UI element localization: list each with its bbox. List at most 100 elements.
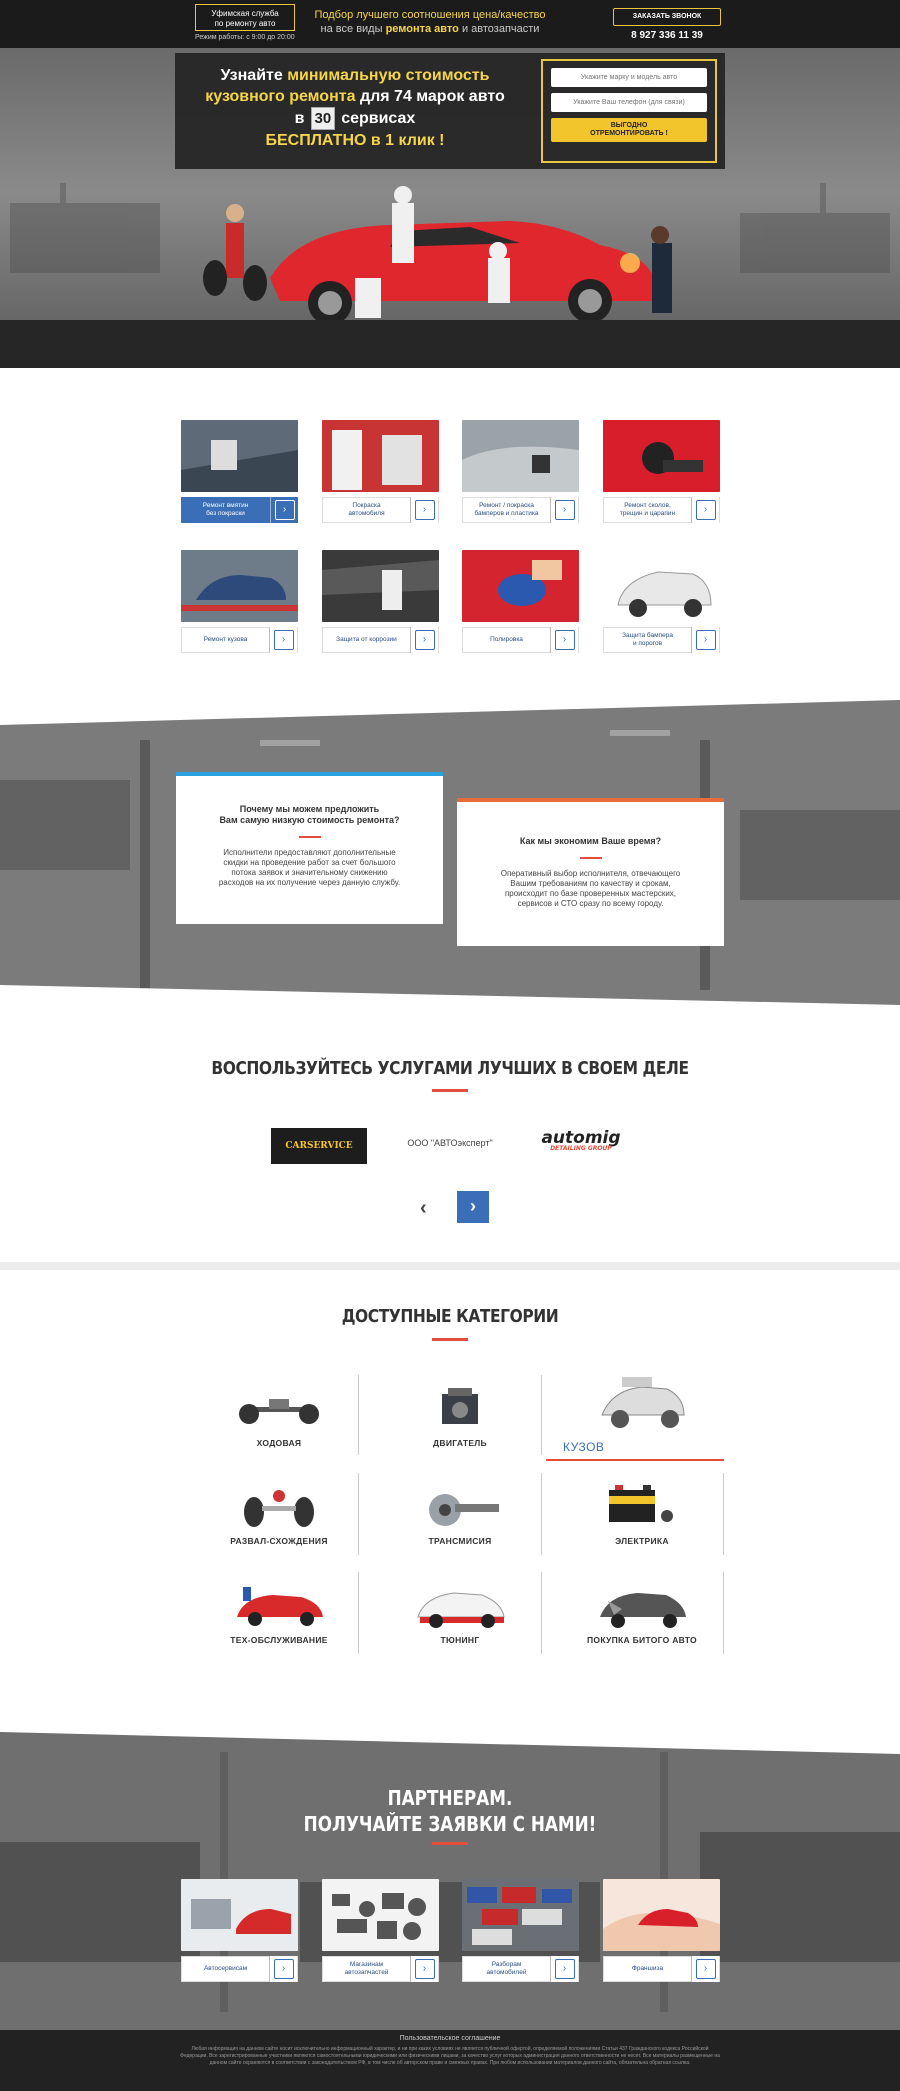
chevron-right-icon: › <box>554 1959 575 1979</box>
logo-line1: Уфимская служба <box>211 9 279 18</box>
active-underline <box>546 1459 724 1461</box>
card-title-line: Почему мы можем предложить <box>239 804 380 814</box>
service-label: Ремонт вмятин <box>202 502 249 509</box>
category-transmission[interactable]: ТРАНСМИСИЯ <box>370 1478 550 1564</box>
why-low-price-card: Почему мы можем предложить Вам самую низк… <box>176 772 443 924</box>
working-hours: Режим работы: с 9:00 до 20:00 <box>195 34 295 41</box>
service-card[interactable]: Полировка › <box>462 550 579 655</box>
transmission-icon <box>429 1494 499 1526</box>
service-photo <box>462 550 579 622</box>
headline-part: в <box>294 110 305 127</box>
header-phone[interactable]: 8 927 336 11 39 <box>613 30 721 41</box>
hero-headline: Узнайте минимальную стоимость кузовного … <box>185 65 525 151</box>
hero-offer-box: Узнайте минимальную стоимость кузовного … <box>175 53 725 169</box>
card-text: Исполнители предоставляют дополнительные… <box>218 848 401 887</box>
headline-highlight: кузовного ремонта <box>205 88 356 105</box>
service-label: Защита бампера <box>622 632 673 639</box>
site-logo[interactable]: Уфимская служба по ремонту авто <box>195 4 295 31</box>
service-photo <box>462 420 579 492</box>
partner-photo <box>181 1879 298 1951</box>
category-maintenance[interactable]: ТЕХ-ОБСЛУЖИВАНИЕ <box>189 1577 369 1663</box>
service-label: Ремонт / покраска <box>479 502 534 509</box>
service-card[interactable]: Защита бампера и порогов › <box>603 550 720 655</box>
partner-card[interactable]: Разборам автомобилей › <box>462 1879 579 1984</box>
partners-title-line2: ПОЛУЧАЙТЕ ЗАЯВКИ С НАМИ! <box>303 1812 597 1836</box>
service-photo <box>181 420 298 492</box>
service-photo <box>322 550 439 622</box>
headline-line3: в 30 сервисах <box>185 107 525 130</box>
top-header: Уфимская служба по ремонту авто Режим ра… <box>0 0 900 48</box>
chevron-right-icon: › <box>414 630 435 650</box>
wheel-alignment-icon <box>244 1490 314 1527</box>
headline-part: Узнайте <box>220 67 283 84</box>
headline-line2: кузовного ремонта для 74 марок авто <box>185 86 525 107</box>
service-card[interactable]: Ремонт вмятин без покраски › <box>181 420 298 525</box>
phone-input[interactable] <box>551 93 707 112</box>
partner-photo <box>603 1879 720 1951</box>
partner-card[interactable]: Магазинам автозапчастей › <box>322 1879 439 1984</box>
user-agreement-link[interactable]: Пользовательское соглашение <box>0 2035 900 2042</box>
partner-card[interactable]: Франшиза › <box>603 1879 720 1984</box>
category-label: РАЗВАЛ-СХОЖДЕНИЯ <box>230 1536 328 1546</box>
service-photo <box>322 420 439 492</box>
service-photo <box>603 420 720 492</box>
category-label: ЭЛЕКТРИКА <box>615 1536 669 1546</box>
service-label: автомобиля <box>348 510 385 517</box>
partner-label: автомобилей <box>486 1969 527 1976</box>
chevron-right-icon: › <box>274 500 295 520</box>
service-label: Покраска <box>352 502 381 509</box>
category-label: ПОКУПКА БИТОГО АВТО <box>587 1635 697 1645</box>
legal-disclaimer: Любая информация на данном сайте носит и… <box>180 2046 720 2066</box>
tagline-part-a: на все виды <box>320 23 383 35</box>
card-title: Как мы экономим Ваше время? <box>519 836 662 846</box>
category-engine[interactable]: ДВИГАТЕЛЬ <box>370 1380 550 1466</box>
partner-photo <box>322 1879 439 1951</box>
avtoexpert-logo[interactable]: ООО "АВТОэксперт" <box>385 1138 515 1148</box>
why-save-time-card: Как мы экономим Ваше время? Оперативный … <box>457 798 724 946</box>
hero-floor <box>0 320 900 368</box>
lead-form: ВЫГОДНООТРЕМОНТИРОВАТЬ ! <box>541 59 717 163</box>
landing-page: Уфимская служба по ремонту авто Режим ра… <box>0 0 900 2091</box>
category-alignment[interactable]: РАЗВАЛ-СХОЖДЕНИЯ <box>189 1478 369 1564</box>
best-section-title: ВОСПОЛЬЗУЙТЕСЬ УСЛУГАМИ ЛУЧШИХ В СВОЕМ Д… <box>211 1058 689 1079</box>
category-chassis[interactable]: ХОДОВАЯ <box>189 1380 369 1466</box>
category-electrics[interactable]: ЭЛЕКТРИКА <box>552 1478 732 1564</box>
service-card[interactable]: Покраска автомобиля › <box>322 420 439 525</box>
chevron-right-icon: › <box>414 500 435 520</box>
tagline-part-b: ремонта авто <box>385 23 459 35</box>
service-photo <box>603 550 720 622</box>
category-tuning[interactable]: ТЮНИНГ <box>370 1577 550 1663</box>
carousel-prev-icon[interactable]: ‹ <box>420 1197 427 1220</box>
service-label: Ремонт сколов, <box>624 502 671 509</box>
category-label: ТРАНСМИСИЯ <box>428 1536 492 1546</box>
chevron-right-icon: › <box>554 630 575 650</box>
chevron-right-icon: › <box>695 1959 716 1979</box>
header-tagline: Подбор лучшего соотношения цена/качество… <box>300 8 560 36</box>
service-label: трещин и царапин <box>619 510 676 517</box>
category-label-active[interactable]: КУЗОВ <box>563 1440 604 1454</box>
submit-line1: ВЫГОДНО <box>610 122 648 129</box>
service-card[interactable]: Ремонт сколов, трещин и царапин › <box>603 420 720 525</box>
red-divider <box>432 1338 468 1341</box>
partner-photo <box>462 1879 579 1951</box>
carousel-next-button[interactable]: › <box>457 1191 489 1223</box>
automig-logo[interactable]: automig DETAILING GROUP <box>535 1128 627 1160</box>
why-section-background <box>0 700 900 1010</box>
partner-card[interactable]: Автосервисам › <box>181 1879 298 1984</box>
card-title-line: Вам самую низкую стоимость ремонта? <box>219 815 400 825</box>
damaged-car-icon <box>600 1593 686 1628</box>
chevron-right-icon: › <box>414 1959 435 1979</box>
services-counter: 30 <box>310 107 336 130</box>
service-card[interactable]: Ремонт кузова › <box>181 550 298 655</box>
service-card[interactable]: Ремонт / покраска бамперов и пластика › <box>462 420 579 525</box>
headline-highlight: минимальную стоимость <box>287 67 490 84</box>
car-model-input[interactable] <box>551 68 707 87</box>
service-card[interactable]: Защита от коррозии › <box>322 550 439 655</box>
carservice-logo[interactable]: CARSERVICE <box>271 1128 367 1164</box>
category-damaged-car[interactable]: ПОКУПКА БИТОГО АВТО <box>552 1577 732 1663</box>
submit-line2: ОТРЕМОНТИРОВАТЬ ! <box>590 130 668 137</box>
partner-label: Магазинам <box>349 1961 384 1968</box>
service-label: без покраски <box>206 510 245 517</box>
order-call-button[interactable]: ЗАКАЗАТЬ ЗВОНОК <box>613 8 721 26</box>
submit-repair-button[interactable]: ВЫГОДНО ОТРЕМОНТИРОВАТЬ ! <box>551 118 707 142</box>
